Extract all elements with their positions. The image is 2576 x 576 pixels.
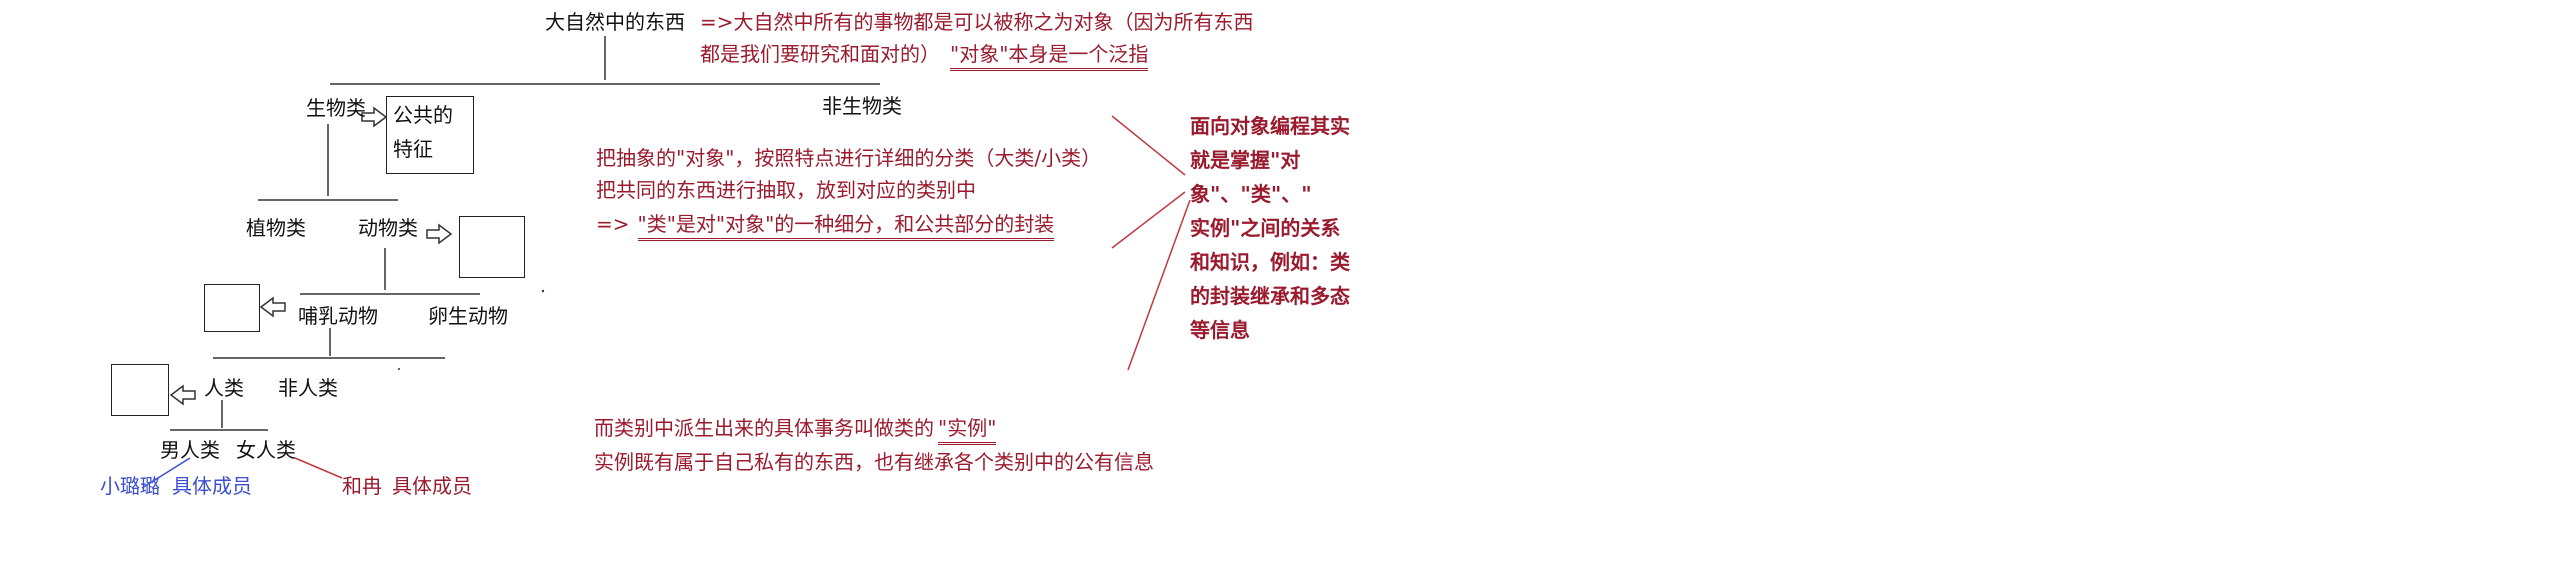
living-node: 生物类 [306, 96, 366, 120]
oviparous-node: 卵生动物 [428, 304, 508, 328]
root-node: 大自然中的东西 [545, 10, 685, 34]
female-member-pointer-line [294, 457, 343, 479]
summary-line: 就是掌握"对 [1190, 148, 1301, 172]
male-node: 男人类 [160, 438, 220, 462]
stray-dot [541, 289, 545, 293]
common-features-box: 公共的 特征 [386, 96, 474, 174]
object-note-line2-underlined: "对象"本身是一个泛指 [950, 42, 1149, 71]
human-common-box [111, 364, 169, 416]
nonhuman-node: 非人类 [278, 376, 338, 400]
female-member-name: 和冉 [342, 474, 382, 498]
summary-pointer-line [1127, 199, 1191, 371]
mammals-common-box [204, 284, 260, 332]
plants-node: 植物类 [246, 216, 306, 240]
summary-line: 实例"之间的关系 [1190, 216, 1341, 240]
class-note-line3-prefix: => [596, 212, 630, 236]
common-box-line1: 公共的 [393, 103, 453, 127]
instance-note-line1-prefix: 而类别中派生出来的具体事务叫做类的 [594, 416, 934, 440]
animals-node: 动物类 [358, 216, 418, 240]
summary-pointer-line [1111, 191, 1186, 249]
summary-line: 的封装继承和多态 [1190, 284, 1350, 308]
object-note-line2-prefix: 都是我们要研究和面对的） [700, 42, 940, 66]
class-note-line3-underlined: "类"是对"对象"的一种细分，和公共部分的封装 [637, 212, 1055, 241]
stray-dot [398, 368, 400, 370]
instance-note-line1: 而类别中派生出来的具体事务叫做类的 "实例" [594, 416, 997, 445]
summary-line: 面向对象编程其实 [1190, 114, 1350, 138]
class-note-line1: 把抽象的"对象"，按照特点进行详细的分类（大类/小类） [596, 146, 1102, 170]
summary-line: 等信息 [1190, 318, 1250, 342]
object-note-line1: =>大自然中所有的事物都是可以被称之为对象（因为所有东西 [700, 10, 1254, 34]
arrow-left-icon [259, 296, 286, 318]
object-note-line2: 都是我们要研究和面对的） "对象"本身是一个泛指 [700, 42, 1149, 71]
animals-common-box [459, 216, 525, 278]
class-note-line3: => "类"是对"对象"的一种细分，和公共部分的封装 [596, 212, 1055, 241]
male-member-label: 具体成员 [172, 474, 252, 498]
arrow-right-icon [426, 223, 453, 245]
summary-pointer-line [1111, 115, 1186, 176]
summary-line: 和知识，例如：类 [1190, 250, 1350, 274]
nonliving-node: 非生物类 [822, 94, 902, 118]
human-node: 人类 [204, 376, 244, 400]
female-member-label: 具体成员 [392, 474, 472, 498]
instance-note-line2: 实例既有属于自己私有的东西，也有继承各个类别中的公有信息 [594, 450, 1154, 474]
summary-line: 象"、"类"、" [1190, 182, 1312, 206]
class-note-line2: 把共同的东西进行抽取，放到对应的类别中 [596, 178, 976, 202]
male-member-name: 小璐璐 [100, 474, 160, 498]
arrow-left-icon [169, 384, 196, 406]
female-node: 女人类 [236, 438, 296, 462]
instance-note-line1-underlined: "实例" [938, 416, 997, 445]
common-box-line2: 特征 [393, 137, 433, 161]
mammals-node: 哺乳动物 [298, 304, 378, 328]
